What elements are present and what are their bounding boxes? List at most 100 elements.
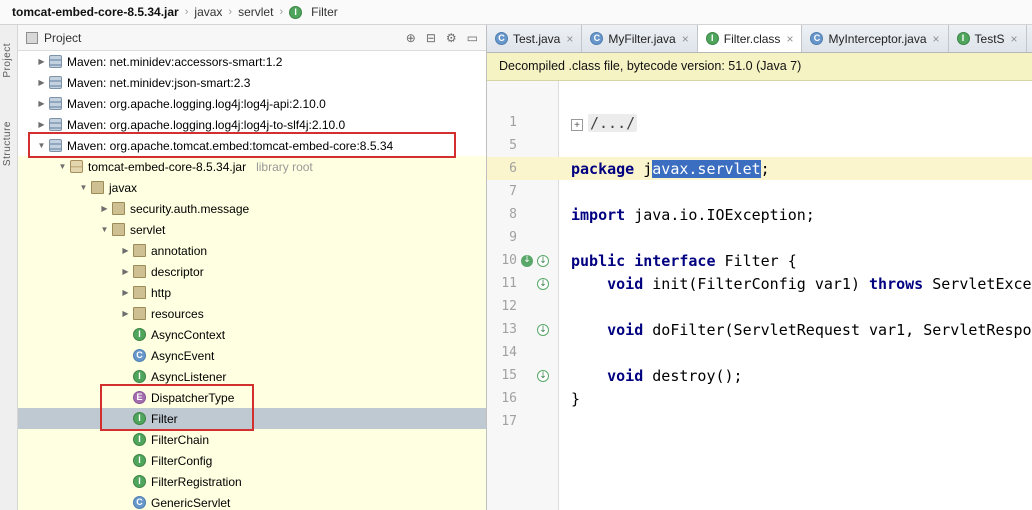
tree-item-label: FilterChain [151,432,210,447]
code-line-7[interactable]: 7 [487,180,1032,203]
code-line-11[interactable]: 11 ↓ void init(FilterConfig var1) throws … [487,272,1032,295]
editor-tab-filter-class[interactable]: I Filter.class × [697,25,803,52]
library-icon [49,55,62,68]
tree-item-maven-org-apache-tomcat-embed-tomcat-embed-core-8-5-34[interactable]: ▼ Maven: org.apache.tomcat.embed:tomcat-e… [18,135,486,156]
code-line-13[interactable]: 13 ↓ void doFilter(ServletRequest var1, S… [487,318,1032,341]
tree-item-filterconfig[interactable]: I FilterConfig [18,450,486,471]
tree-collapsed-arrow-icon[interactable]: ▶ [118,309,133,318]
tree-collapsed-arrow-icon[interactable]: ▶ [34,99,49,108]
tree-item-asynccontext[interactable]: I AsyncContext [18,324,486,345]
code-text: public interface Filter { [557,252,797,270]
tree-collapsed-arrow-icon[interactable]: ▶ [118,288,133,297]
tree-item-asyncevent[interactable]: C AsyncEvent [18,345,486,366]
close-icon[interactable]: × [933,32,940,46]
tree-item-dispatchertype[interactable]: E DispatcherType [18,387,486,408]
code-segment-keyword: public interface [571,251,716,270]
tree-expanded-arrow-icon[interactable]: ▼ [55,162,70,171]
tree-collapsed-arrow-icon[interactable]: ▶ [34,57,49,66]
tool-window-tab-project[interactable]: Project [2,43,16,78]
editor-tab-tests[interactable]: I TestS × [949,25,1027,52]
code-text: void doFilter(ServletRequest var1, Servl… [557,321,1031,339]
tree-collapsed-arrow-icon[interactable]: ▶ [97,204,112,213]
code-line-8[interactable]: 8 import java.io.IOException; [487,203,1032,226]
tree-collapsed-arrow-icon[interactable]: ▶ [118,267,133,276]
tree-item-javax[interactable]: ▼ javax [18,177,486,198]
code-line-14[interactable]: 14 [487,341,1032,364]
close-icon[interactable]: × [682,32,689,46]
tree-item-label: Maven: net.minidev:json-smart:2.3 [67,75,251,90]
code-segment-keyword: void [607,366,644,385]
editor-tab-myfilter-java[interactable]: C MyFilter.java × [582,25,698,52]
code-segment-plain: } [571,389,581,408]
code-line-5[interactable]: 5 [487,134,1032,157]
panel-title: Project [44,30,82,45]
tree-item-filter[interactable]: I Filter [18,408,486,429]
code-text: } [557,390,580,408]
tree-item-filterregistration[interactable]: I FilterRegistration [18,471,486,492]
gutter-icons: ↓ ↓ [517,254,557,267]
tab-label: Filter.class [723,31,781,46]
tree-expanded-arrow-icon[interactable]: ▼ [34,141,49,150]
code-line-15[interactable]: 15 ↓ void destroy(); [487,364,1032,387]
tree-item-maven-org-apache-logging-log4j-log4j-api-2-10-0[interactable]: ▶ Maven: org.apache.logging.log4j:log4j-a… [18,93,486,114]
tree-item-resources[interactable]: ▶ resources [18,303,486,324]
close-icon[interactable]: × [1011,32,1018,46]
tree-expanded-arrow-icon[interactable]: ▼ [97,225,112,234]
tab-label: MyInterceptor.java [828,31,927,46]
package-icon [133,244,146,257]
collapse-all-icon[interactable]: ⊟ [426,31,436,45]
close-icon[interactable]: × [566,32,573,46]
code-segment-plain: Filter { [715,251,797,270]
package-icon [133,307,146,320]
breadcrumb-item[interactable]: tomcat-embed-core-8.5.34.jar [10,5,181,19]
fold-expand-icon[interactable]: + [571,119,583,131]
tree-item-annotation[interactable]: ▶ annotation [18,240,486,261]
tree-item-descriptor[interactable]: ▶ descriptor [18,261,486,282]
line-number: 17 [501,414,517,429]
code-line-16[interactable]: 16} [487,387,1032,410]
breadcrumb-item[interactable]: I Filter [287,5,340,19]
breadcrumb-item[interactable]: servlet [236,5,275,19]
locate-file-icon[interactable]: ⊕ [406,31,416,45]
editor-tab-test-java[interactable]: C Test.java × [487,25,583,52]
editor-tab-myinterceptor-java[interactable]: C MyInterceptor.java × [802,25,949,52]
tree-item-maven-org-apache-logging-log4j-log4j-to-slf4j-2-10-0[interactable]: ▶ Maven: org.apache.logging.log4j:log4j-t… [18,114,486,135]
tree-collapsed-arrow-icon[interactable]: ▶ [34,120,49,129]
code-line-10[interactable]: 10 ↓ ↓ public interface Filter { [487,249,1032,272]
code-line-6[interactable]: 6 package javax.servlet; [487,157,1032,180]
code-segment-plain [571,367,607,385]
tree-item-security-auth-message[interactable]: ▶ security.auth.message [18,198,486,219]
tree-item-filterchain[interactable]: I FilterChain [18,429,486,450]
code-line-12[interactable]: 12 [487,295,1032,318]
tree-expanded-arrow-icon[interactable]: ▼ [76,183,91,192]
tree-item-maven-net-minidev-json-smart-2-3[interactable]: ▶ Maven: net.minidev:json-smart:2.3 [18,72,486,93]
breadcrumb-item[interactable]: javax [192,5,224,19]
method-implemented-icon[interactable]: ↓ [537,277,549,290]
code-line-17[interactable]: 17 [487,410,1032,433]
method-implemented-icon[interactable]: ↓ [537,369,549,382]
line-number: 8 [509,207,517,222]
code-segment-plain: destroy(); [643,366,743,385]
tree-item-http[interactable]: ▶ http [18,282,486,303]
tree-item-servlet[interactable]: ▼ servlet [18,219,486,240]
method-implemented-icon[interactable]: ↓ [537,323,549,336]
tree-collapsed-arrow-icon[interactable]: ▶ [34,78,49,87]
close-icon[interactable]: × [786,32,793,46]
line-number: 6 [509,161,517,176]
class-icon: C [133,349,146,362]
tree-item-asynclistener[interactable]: I AsyncListener [18,366,486,387]
code-editor[interactable]: 1 + /.../ 5 6 package javax.servlet; 7 8 import … [487,81,1032,510]
tree-item-genericservlet[interactable]: C GenericServlet [18,492,486,510]
code-line-1[interactable]: 1 + /.../ [487,111,1032,134]
settings-gear-icon[interactable]: ⚙ [446,31,457,45]
library-icon [49,139,62,152]
hide-panel-icon[interactable]: ▭ [467,31,478,45]
tree-item-tomcat-embed-core-8-5-34-jar[interactable]: ▼ tomcat-embed-core-8.5.34.jar library roo… [18,156,486,177]
tree-item-maven-net-minidev-accessors-smart-1-2[interactable]: ▶ Maven: net.minidev:accessors-smart:1.2 [18,51,486,72]
tool-window-tab-structure[interactable]: Structure [2,121,16,166]
method-implemented-icon[interactable]: ↓ [537,254,549,267]
breadcrumb-separator: › [184,6,189,18]
interface-implemented-icon[interactable]: ↓ [521,254,533,267]
code-line-9[interactable]: 9 [487,226,1032,249]
tree-collapsed-arrow-icon[interactable]: ▶ [118,246,133,255]
